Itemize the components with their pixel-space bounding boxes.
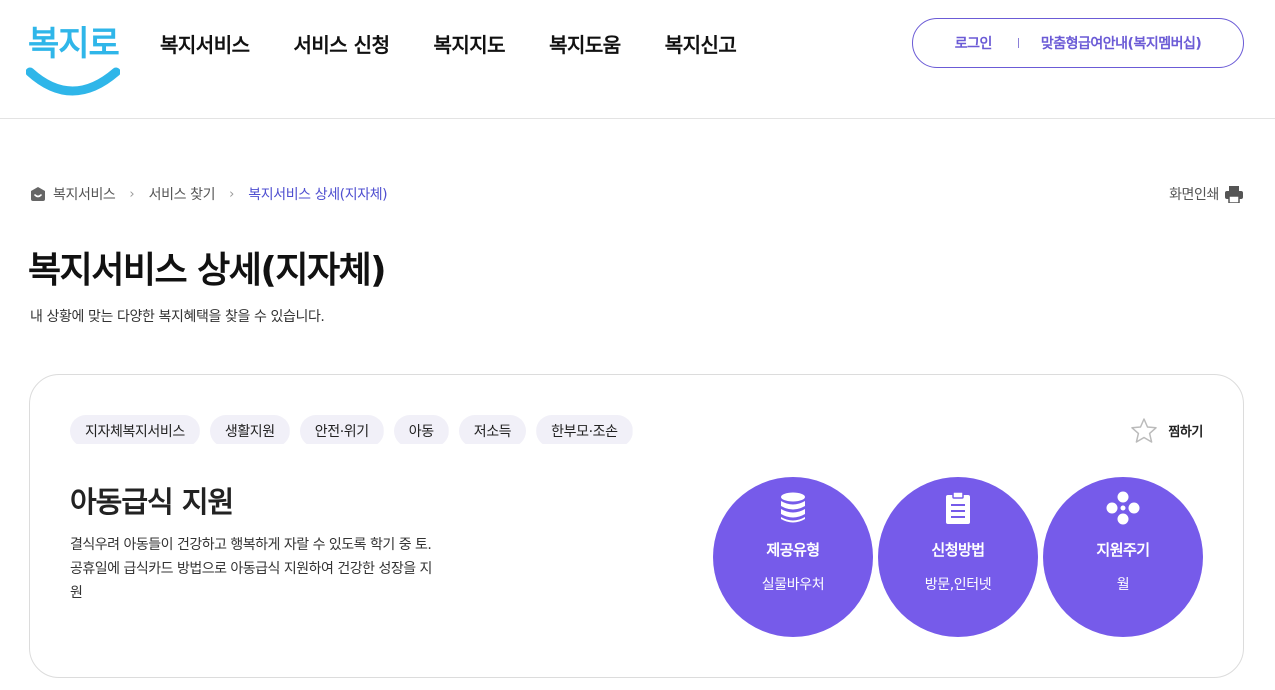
logo-text: 복지로	[28, 24, 120, 64]
service-info-list: 제공유형 실물바우처 신청방법 방문,인터넷 지원주기 월	[713, 477, 1208, 637]
membership-link[interactable]: 맞춤형급여안내(복지멤버십)	[1041, 33, 1202, 53]
service-card: 지자체복지서비스 생활지원 안전·위기 아동 저소득 한부모·조손 찜하기 아동…	[29, 374, 1244, 678]
info-value: 실물바우처	[761, 577, 825, 593]
info-label: 신청방법	[931, 541, 985, 559]
star-icon	[1131, 418, 1158, 443]
login-link[interactable]: 로그인	[955, 33, 993, 53]
site-header: 복지로 복지서비스 서비스 신청 복지지도 복지도움 복지신고 로그인 맞춤형급…	[0, 0, 1275, 119]
cycle-icon	[1106, 491, 1140, 525]
info-label: 지원주기	[1096, 541, 1150, 559]
info-label: 제공유형	[766, 541, 820, 559]
print-button[interactable]: 화면인쇄	[1169, 184, 1243, 204]
page-subtitle: 내 상황에 맞는 다양한 복지혜택을 찾을 수 있습니다.	[30, 309, 325, 325]
info-value: 방문,인터넷	[924, 577, 992, 593]
service-title: 아동급식 지원	[70, 485, 234, 519]
breadcrumb: 복지서비스 › 서비스 찾기 › 복지서비스 상세(지자체)	[30, 184, 388, 204]
print-label: 화면인쇄	[1169, 187, 1219, 203]
info-apply-method: 신청방법 방문,인터넷	[878, 477, 1038, 637]
clipboard-icon	[946, 491, 970, 524]
nav-item-welfare-help[interactable]: 복지도움	[549, 30, 621, 60]
printer-icon	[1225, 185, 1243, 203]
info-provision-type: 제공유형 실물바우처	[713, 477, 873, 637]
favorite-button[interactable]: 찜하기	[1130, 417, 1203, 444]
breadcrumb-item-service-search[interactable]: 서비스 찾기	[149, 184, 216, 204]
favorite-label: 찜하기	[1168, 425, 1203, 440]
chevron-right-icon: ›	[129, 186, 135, 202]
breadcrumb-item-current: 복지서비스 상세(지자체)	[248, 187, 388, 203]
info-support-cycle: 지원주기 월	[1043, 477, 1203, 637]
tag-single-parent[interactable]: 한부모·조손	[536, 415, 633, 444]
nav-item-welfare-map[interactable]: 복지지도	[433, 30, 505, 60]
database-icon	[781, 492, 805, 523]
nav-item-service-apply[interactable]: 서비스 신청	[294, 30, 390, 60]
tag-safety-crisis[interactable]: 안전·위기	[299, 415, 384, 444]
tag-living-support[interactable]: 생활지원	[209, 415, 290, 444]
nav-item-welfare-report[interactable]: 복지신고	[665, 30, 737, 60]
home-icon[interactable]	[30, 186, 46, 202]
site-logo[interactable]: 복지로	[26, 14, 120, 102]
tag-child[interactable]: 아동	[393, 415, 449, 444]
util-menu: 로그인 맞춤형급여안내(복지멤버십)	[912, 18, 1244, 68]
tag-local-welfare[interactable]: 지자체복지서비스	[70, 415, 200, 444]
tag-low-income[interactable]: 저소득	[458, 415, 527, 444]
service-description: 결식우려 아동들이 건강하고 행복하게 자랄 수 있도록 학기 중 토.공휴일에…	[70, 537, 432, 601]
logo-smile-icon	[26, 67, 120, 96]
main-nav: 복지서비스 서비스 신청 복지지도 복지도움 복지신고	[160, 30, 780, 60]
chevron-right-icon: ›	[229, 186, 235, 202]
breadcrumb-item-welfare-service[interactable]: 복지서비스	[53, 184, 116, 204]
tag-list: 지자체복지서비스 생활지원 안전·위기 아동 저소득 한부모·조손	[70, 415, 643, 447]
info-value: 월	[1116, 577, 1130, 593]
page-title: 복지서비스 상세(지자체)	[28, 250, 387, 291]
nav-item-welfare-service[interactable]: 복지서비스	[160, 30, 250, 60]
util-divider	[1017, 38, 1019, 48]
